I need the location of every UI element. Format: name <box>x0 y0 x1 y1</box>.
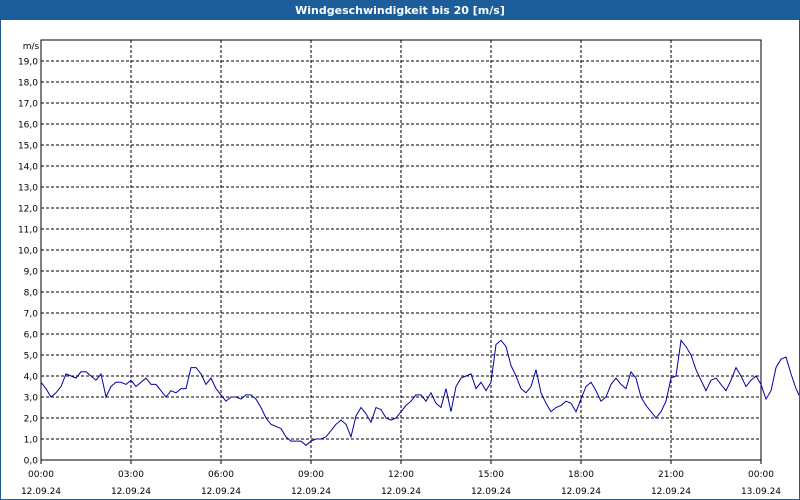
y-tick-label: 18,0 <box>18 79 38 89</box>
x-tick-time-label: 15:00 <box>478 470 504 480</box>
y-tick-label: 15,0 <box>18 142 38 152</box>
x-tick-date-label: 12.09.24 <box>111 487 151 497</box>
y-tick-label: 12,0 <box>18 205 38 215</box>
x-tick-date-label: 12.09.24 <box>201 487 241 497</box>
x-tick-date-label: 12.09.24 <box>471 487 511 497</box>
y-tick-label: 5,0 <box>24 352 39 362</box>
x-tick-time-label: 00:00 <box>748 470 774 480</box>
x-tick-date-label: 12.09.24 <box>21 487 61 497</box>
y-tick-label: 19,0 <box>18 58 38 68</box>
y-tick-label: 1,0 <box>24 436 39 446</box>
x-tick-time-label: 18:00 <box>568 470 594 480</box>
y-tick-label: 9,0 <box>24 268 39 278</box>
x-tick-time-label: 09:00 <box>298 470 324 480</box>
y-tick-label: 11,0 <box>18 226 38 236</box>
y-tick-label: 13,0 <box>18 184 38 194</box>
x-tick-time-label: 12:00 <box>388 470 414 480</box>
x-tick-time-label: 21:00 <box>658 470 684 480</box>
y-tick-label: 7,0 <box>24 310 39 320</box>
x-tick-time-label: 06:00 <box>208 470 234 480</box>
x-tick-date-label: 13.09.24 <box>741 487 781 497</box>
x-tick-date-label: 12.09.24 <box>381 487 421 497</box>
y-tick-label: 10,0 <box>18 247 38 257</box>
y-tick-label: 2,0 <box>24 415 39 425</box>
y-tick-label: 6,0 <box>24 331 39 341</box>
x-tick-date-label: 12.09.24 <box>651 487 691 497</box>
window-title: Windgeschwindigkeit bis 20 [m/s] <box>1 1 799 20</box>
y-tick-label: 16,0 <box>18 121 38 131</box>
y-tick-label: 3,0 <box>24 394 39 404</box>
x-tick-date-label: 12.09.24 <box>291 487 331 497</box>
x-tick-date-label: 12.09.24 <box>561 487 601 497</box>
y-tick-label: 14,0 <box>18 163 38 173</box>
y-tick-label: 8,0 <box>24 289 39 299</box>
x-tick-time-label: 03:00 <box>118 470 144 480</box>
chart-window: Windgeschwindigkeit bis 20 [m/s] 0,0 1,0 2… <box>0 0 800 500</box>
x-tick-time-label: 00:00 <box>28 470 54 480</box>
y-tick-label: 0,0 <box>24 457 39 467</box>
series-line-wind-speed <box>40 339 799 446</box>
chart-area: 0,0 1,0 2,0 3,0 4,0 5,0 6,0 7,0 8,0 9,0 10,0 11,0 12… <box>18 39 799 497</box>
y-axis-unit-label: m/s <box>23 42 40 52</box>
y-tick-label: 4,0 <box>24 373 39 383</box>
y-tick-label: 17,0 <box>18 100 38 110</box>
